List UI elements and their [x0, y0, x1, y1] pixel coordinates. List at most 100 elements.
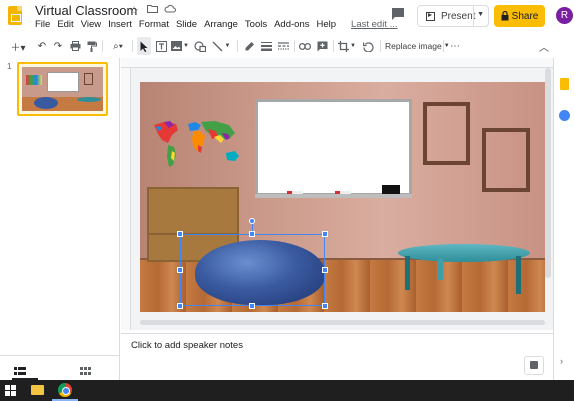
toolbar-divider: [333, 40, 334, 52]
slides-app: Virtual Classroom ☆ File Edit View Inser…: [0, 0, 574, 401]
world-map-image[interactable]: [148, 119, 243, 174]
menu-insert[interactable]: Insert: [108, 19, 136, 30]
menu-arrange[interactable]: Arrange: [204, 19, 242, 30]
shape-icon[interactable]: [193, 37, 207, 55]
star-icon[interactable]: ☆: [128, 4, 140, 17]
eraser: [382, 185, 400, 194]
picture-frame[interactable]: [482, 128, 530, 192]
menu-file[interactable]: File: [35, 19, 54, 30]
rotate-handle[interactable]: [249, 218, 255, 224]
resize-handle-nw[interactable]: [177, 231, 183, 237]
redo-icon[interactable]: ↷: [52, 37, 64, 55]
new-slide-icon[interactable]: ＋▾: [8, 37, 28, 55]
chevron-down-icon[interactable]: ▼: [477, 11, 484, 18]
red-marker: [335, 191, 351, 194]
side-panel: ›: [553, 58, 574, 380]
menu-help[interactable]: Help: [316, 19, 340, 30]
folder-icon[interactable]: [146, 4, 158, 17]
resize-handle-ne[interactable]: [322, 231, 328, 237]
bench-leg: [438, 258, 443, 280]
more-options-icon[interactable]: ⋯: [448, 37, 462, 55]
red-marker: [287, 191, 303, 194]
horizontal-ruler[interactable]: [121, 58, 553, 68]
avatar[interactable]: R: [556, 7, 573, 24]
menu-format[interactable]: Format: [139, 19, 173, 30]
menu-view[interactable]: View: [81, 19, 105, 30]
slide-thumbnail-1[interactable]: [17, 62, 108, 116]
border-dash-icon[interactable]: [276, 37, 290, 55]
vertical-scrollbar[interactable]: [545, 68, 551, 278]
line-icon[interactable]: ▼: [210, 37, 232, 55]
slides-logo-icon[interactable]: [8, 6, 22, 25]
zoom-icon[interactable]: ⌕▾: [107, 37, 129, 55]
replace-image-label: Replace image: [385, 41, 442, 51]
resize-handle-n[interactable]: [249, 231, 255, 237]
bench-leg: [516, 256, 521, 294]
toolbar-divider: [380, 40, 381, 52]
text-box-icon[interactable]: [154, 37, 168, 55]
resize-handle-s[interactable]: [249, 303, 255, 309]
title-icons: ☆: [128, 4, 176, 17]
explore-icon[interactable]: [524, 356, 544, 375]
keep-icon[interactable]: [560, 78, 569, 90]
picture-frame[interactable]: [423, 102, 470, 165]
app-header: Virtual Classroom ☆ File Edit View Inser…: [0, 0, 574, 34]
toolbar-divider: [294, 40, 295, 52]
vertical-ruler[interactable]: [121, 68, 131, 330]
slide-number: 1: [7, 62, 12, 71]
menu-slide[interactable]: Slide: [176, 19, 201, 30]
resize-handle-e[interactable]: [322, 267, 328, 273]
bench-leg: [405, 256, 410, 290]
menu-bar: File Edit View Insert Format Slide Arran…: [35, 19, 405, 30]
horizontal-scrollbar[interactable]: [140, 320, 545, 325]
os-taskbar: [0, 380, 574, 401]
toolbar-divider: [102, 40, 103, 52]
paint-format-icon[interactable]: [85, 37, 99, 55]
whiteboard[interactable]: [255, 99, 412, 196]
teal-bench[interactable]: [398, 244, 530, 262]
border-color-icon[interactable]: [242, 37, 256, 55]
menu-edit[interactable]: Edit: [57, 19, 77, 30]
toolbar-divider: [237, 40, 238, 52]
border-weight-icon[interactable]: [259, 37, 273, 55]
file-explorer-icon[interactable]: [31, 385, 44, 395]
replace-image-button[interactable]: Replace image ▼: [385, 37, 450, 55]
share-button[interactable]: Share: [494, 5, 545, 27]
lock-icon: [501, 11, 509, 21]
grid-view-icon[interactable]: [80, 363, 94, 375]
present-divider: [473, 6, 474, 26]
undo-icon[interactable]: ↶: [36, 37, 48, 55]
resize-handle-sw[interactable]: [177, 303, 183, 309]
present-label: Present: [441, 10, 476, 22]
windows-start-icon[interactable]: [5, 385, 16, 396]
whiteboard-tray: [255, 194, 412, 198]
selection-box[interactable]: [180, 234, 325, 306]
collapse-toolbar-icon[interactable]: ︿: [537, 37, 551, 55]
cloud-icon[interactable]: [164, 4, 176, 17]
comments-icon[interactable]: [390, 7, 406, 21]
share-label: Share: [511, 10, 539, 22]
resize-handle-w[interactable]: [177, 267, 183, 273]
slide-thumbnail-image: [22, 67, 103, 111]
toolbar-divider: [132, 40, 133, 52]
speaker-notes-placeholder[interactable]: Click to add speaker notes: [131, 340, 243, 351]
toolbar-divider: [443, 40, 444, 52]
resize-handle-se[interactable]: [322, 303, 328, 309]
image-icon[interactable]: ▼: [170, 37, 190, 55]
link-icon[interactable]: [298, 37, 312, 55]
print-icon[interactable]: [68, 37, 82, 55]
reset-image-icon[interactable]: [362, 37, 376, 55]
expand-side-panel-icon[interactable]: ›: [560, 356, 563, 366]
tasks-icon[interactable]: [559, 110, 570, 121]
select-icon[interactable]: [137, 37, 151, 55]
present-icon: [426, 11, 435, 21]
present-button[interactable]: Present ▼: [417, 5, 489, 27]
crop-icon[interactable]: ▼: [337, 37, 357, 55]
menu-tools[interactable]: Tools: [245, 19, 271, 30]
comment-add-icon[interactable]: [315, 37, 329, 55]
menu-add-ons[interactable]: Add-ons: [274, 19, 313, 30]
filmstrip-view-tabs: [0, 355, 120, 380]
chrome-icon[interactable]: [58, 383, 72, 397]
filmstrip-view-icon[interactable]: [14, 363, 28, 375]
document-title[interactable]: Virtual Classroom: [35, 3, 137, 18]
